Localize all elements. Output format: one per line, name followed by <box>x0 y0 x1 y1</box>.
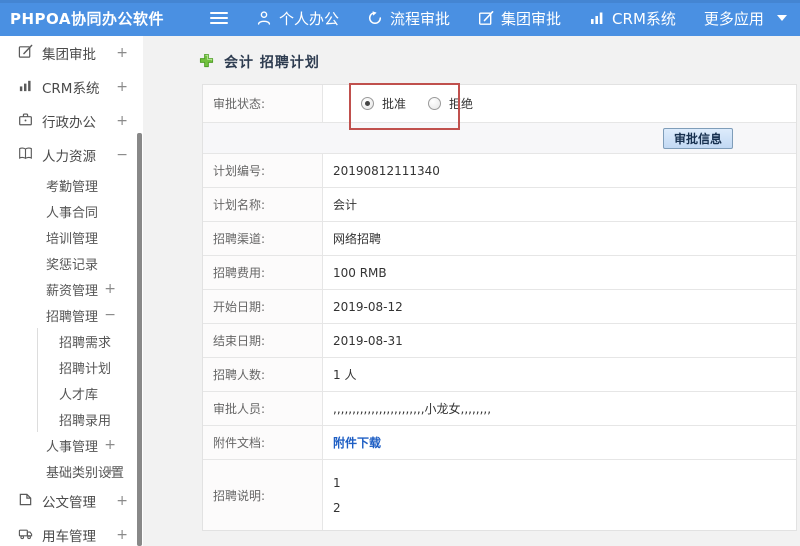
chart-icon <box>18 78 33 97</box>
nav-group-approval[interactable]: 集团审批 <box>478 8 561 29</box>
caret-down-icon <box>776 15 787 21</box>
approval-info-button[interactable]: 审批信息 <box>662 127 733 149</box>
approval-status-row: 审批状态: 批准 拒绝 <box>203 85 796 123</box>
attachment-row: 附件文档: 附件下载 <box>203 426 796 460</box>
sidebar-item-salary[interactable]: 薪资管理 + <box>0 276 143 302</box>
sidebar-item-recruit-demand[interactable]: 招聘需求 <box>38 328 143 354</box>
field-value: 20190812111340 <box>333 163 440 178</box>
sidebar-item-hr[interactable]: 人力资源 − <box>0 138 143 172</box>
sidebar-item-documents[interactable]: 公文管理 + <box>0 484 143 518</box>
field-label: 招聘说明: <box>203 460 323 530</box>
expand-icon[interactable]: + <box>104 463 116 479</box>
field-value: 网络招聘 <box>333 232 382 246</box>
edit-icon <box>478 10 494 26</box>
attachment-download-link[interactable]: 附件下载 <box>333 434 381 451</box>
field-label: 计划编号: <box>203 154 323 187</box>
approval-button-row: 审批信息 <box>203 123 796 154</box>
sidebar-item-recruit-mgmt[interactable]: 招聘管理 − <box>0 302 143 328</box>
nav-crm-system[interactable]: CRM系统 <box>589 8 676 29</box>
expand-icon[interactable]: + <box>104 281 116 297</box>
top-navbar: PHPOA协同办公软件 个人办公 流程审批 集团审批 CRM系统 更多应用 <box>0 0 800 36</box>
sidebar-item-rewards[interactable]: 奖惩记录 <box>0 250 143 276</box>
field-value: 100 RMB <box>333 265 387 280</box>
approval-options: 批准 拒绝 <box>323 85 796 122</box>
field-value: 2019-08-12 <box>333 299 403 314</box>
sidebar-item-recruit-hire[interactable]: 招聘录用 <box>38 406 143 432</box>
app-logo: PHPOA协同办公软件 <box>10 9 164 28</box>
app-window: PHPOA协同办公软件 个人办公 流程审批 集团审批 CRM系统 更多应用 集团… <box>0 0 800 546</box>
truck-icon <box>18 526 33 545</box>
sidebar-item-recruit-plan[interactable]: 招聘计划 <box>38 354 143 380</box>
page-title: 会计 招聘计划 <box>199 52 320 72</box>
field-value: 1 人 <box>333 368 357 382</box>
document-icon <box>18 492 33 511</box>
field-value: ,,,,,,,,,,,,,,,,,,,,,,,,小龙女,,,,,,,, <box>333 402 492 416</box>
field-label: 附件文档: <box>203 426 323 459</box>
collapse-icon[interactable]: − <box>104 307 116 323</box>
person-icon <box>256 10 272 26</box>
book-icon <box>18 146 33 165</box>
sidebar-item-group-approval[interactable]: 集团审批 + <box>0 36 143 70</box>
description-row: 招聘说明: 1 2 <box>203 460 796 530</box>
table-row: 招聘费用: 100 RMB <box>203 256 796 290</box>
nav-more-apps[interactable]: 更多应用 <box>704 8 787 29</box>
sidebar-item-attendance[interactable]: 考勤管理 <box>0 172 143 198</box>
collapse-icon[interactable]: − <box>116 147 128 163</box>
nav-personal-office[interactable]: 个人办公 <box>256 8 339 29</box>
sidebar-scrollbar[interactable] <box>137 133 142 546</box>
table-row: 招聘人数: 1 人 <box>203 358 796 392</box>
sidebar-item-crm[interactable]: CRM系统 + <box>0 70 143 104</box>
expand-icon[interactable]: + <box>116 493 128 509</box>
nav-workflow-approval[interactable]: 流程审批 <box>367 8 450 29</box>
expand-icon[interactable]: + <box>104 437 116 453</box>
radio-approve[interactable] <box>361 97 374 110</box>
briefcase-icon <box>18 112 33 131</box>
recruit-submenu: 招聘需求 招聘计划 人才库 招聘录用 <box>37 328 143 432</box>
field-label: 结束日期: <box>203 324 323 357</box>
add-icon <box>199 53 214 72</box>
table-row: 开始日期: 2019-08-12 <box>203 290 796 324</box>
sidebar-item-talent-pool[interactable]: 人才库 <box>38 380 143 406</box>
field-label: 计划名称: <box>203 188 323 221</box>
sidebar-item-training[interactable]: 培训管理 <box>0 224 143 250</box>
expand-icon[interactable]: + <box>116 79 128 95</box>
chart-icon <box>589 10 605 26</box>
field-value: 会计 <box>333 198 358 212</box>
description-value: 1 2 <box>333 475 341 515</box>
field-label: 审批人员: <box>203 392 323 425</box>
table-row: 计划名称: 会计 <box>203 188 796 222</box>
main-content: 会计 招聘计划 审批状态: 批准 拒绝 审批信息 计划编号: 2019081211… <box>143 36 800 546</box>
radio-reject[interactable] <box>428 97 442 110</box>
field-label: 开始日期: <box>203 290 323 323</box>
field-label: 招聘费用: <box>203 256 323 289</box>
menu-toggle-icon[interactable] <box>210 12 228 24</box>
field-label: 招聘人数: <box>203 358 323 391</box>
edit-icon <box>18 44 33 63</box>
table-row: 审批人员: ,,,,,,,,,,,,,,,,,,,,,,,,小龙女,,,,,,,, <box>203 392 796 426</box>
table-row: 结束日期: 2019-08-31 <box>203 324 796 358</box>
table-row: 招聘渠道: 网络招聘 <box>203 222 796 256</box>
expand-icon[interactable]: + <box>116 527 128 543</box>
process-icon <box>367 10 383 26</box>
sidebar-item-vehicle[interactable]: 用车管理 + <box>0 518 143 546</box>
field-label: 审批状态: <box>203 85 323 122</box>
recruit-plan-form: 审批状态: 批准 拒绝 审批信息 计划编号: 20190812111340 计划名… <box>202 84 797 531</box>
field-label: 招聘渠道: <box>203 222 323 255</box>
expand-icon[interactable]: + <box>116 113 128 129</box>
sidebar-item-base-category[interactable]: 基础类别设置 + <box>0 458 143 484</box>
sidebar-item-admin-office[interactable]: 行政办公 + <box>0 104 143 138</box>
expand-icon[interactable]: + <box>116 45 128 61</box>
table-row: 计划编号: 20190812111340 <box>203 154 796 188</box>
field-value: 2019-08-31 <box>333 333 403 348</box>
sidebar: 集团审批 + CRM系统 + 行政办公 + 人力资源 − 考勤管理 人事合同 培… <box>0 36 143 546</box>
sidebar-item-hr-contract[interactable]: 人事合同 <box>0 198 143 224</box>
sidebar-item-personnel[interactable]: 人事管理 + <box>0 432 143 458</box>
